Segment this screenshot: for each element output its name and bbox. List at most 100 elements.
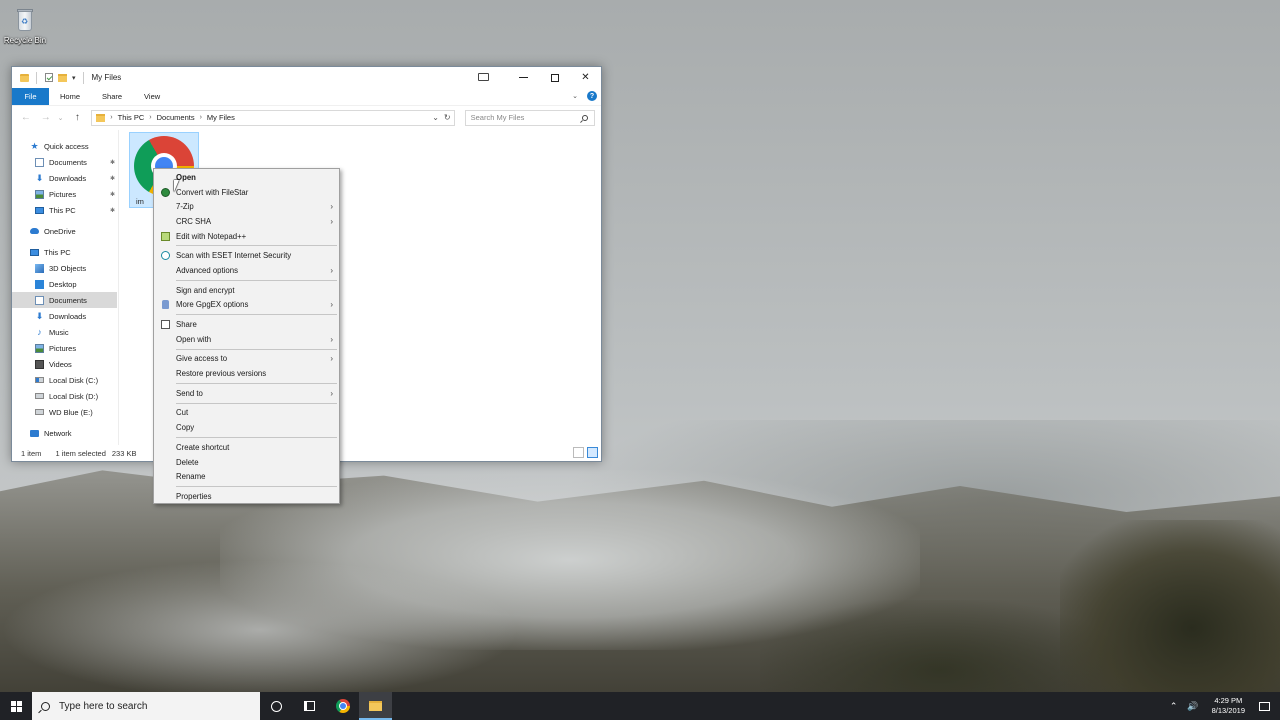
menu-item-rename[interactable]: Rename	[154, 469, 339, 484]
menu-item-edit-with-notepad[interactable]: Edit with Notepad++	[154, 229, 339, 244]
action-center-icon[interactable]	[1259, 701, 1270, 711]
cast-icon[interactable]	[478, 73, 489, 81]
sidebar-item-music[interactable]: ♪ Music	[12, 324, 117, 340]
wallpaper-trees	[1060, 520, 1280, 700]
taskbar-chrome[interactable]	[326, 692, 359, 720]
menu-item-share[interactable]: Share	[154, 317, 339, 332]
minimize-button[interactable]	[508, 67, 539, 88]
sidebar-item-local-disk-c[interactable]: Local Disk (C:)	[12, 372, 117, 388]
wallpaper-fog	[0, 560, 520, 700]
pin-icon[interactable]: ✱	[110, 191, 115, 198]
menu-item-crc-sha[interactable]: CRC SHA ›	[154, 214, 339, 229]
title-bar[interactable]: ▾ My Files ✕	[12, 67, 601, 88]
folder-icon	[20, 73, 29, 82]
large-icons-view-button[interactable]	[587, 447, 598, 458]
task-view-button[interactable]	[293, 692, 326, 720]
menu-item-label: Give access to	[176, 354, 228, 364]
pictures-icon	[35, 343, 44, 353]
menu-item-open[interactable]: Open	[154, 170, 339, 185]
properties-icon[interactable]	[45, 73, 53, 82]
status-selection: 1 item selected	[55, 448, 106, 458]
maximize-button[interactable]	[539, 67, 570, 88]
taskbar-file-explorer[interactable]	[359, 692, 392, 720]
sidebar-item-label: This PC	[49, 205, 76, 215]
volume-icon[interactable]: 🔊	[1182, 701, 1203, 712]
taskbar-search-box[interactable]: Type here to search	[32, 692, 260, 720]
eset-icon	[161, 251, 170, 261]
menu-item-create-shortcut[interactable]: Create shortcut	[154, 440, 339, 455]
menu-item-cut[interactable]: Cut	[154, 406, 339, 421]
menu-item-send-to[interactable]: Send to ›	[154, 386, 339, 401]
breadcrumb-this-pc[interactable]: This PC	[118, 113, 145, 122]
start-button[interactable]	[0, 692, 32, 720]
close-button[interactable]: ✕	[570, 67, 601, 88]
breadcrumb-documents[interactable]: Documents	[157, 113, 195, 122]
sidebar-item-this-pc[interactable]: This PC	[12, 244, 117, 260]
up-button[interactable]: ↑	[69, 112, 85, 123]
show-hidden-icons-chevron-icon[interactable]: ⌃	[1165, 701, 1183, 712]
sidebar-item-label: Quick access	[44, 141, 89, 151]
menu-separator	[176, 402, 337, 404]
sidebar-item-3d-objects[interactable]: 3D Objects	[12, 260, 117, 276]
sidebar-item-downloads[interactable]: ⬇ Downloads ✱	[12, 170, 117, 186]
file-explorer-icon	[369, 701, 382, 711]
menu-item-open-with[interactable]: Open with ›	[154, 332, 339, 347]
menu-item-more-gpgex-options[interactable]: More GpgEX options ›	[154, 298, 339, 313]
sidebar-item-network[interactable]: Network	[12, 425, 117, 441]
address-dropdown-icon[interactable]: ⌄	[432, 113, 439, 122]
sidebar-item-desktop[interactable]: Desktop	[12, 276, 117, 292]
sidebar-item-videos[interactable]: Videos	[12, 356, 117, 372]
breadcrumb-separator[interactable]: ›	[149, 114, 151, 121]
tab-view[interactable]: View	[133, 88, 171, 105]
submenu-arrow-icon: ›	[330, 388, 333, 398]
address-bar[interactable]: › This PC › Documents › My Files ⌄ ↻	[91, 109, 455, 126]
desktop-icon-recycle-bin[interactable]: ♻ Recycle Bin	[2, 6, 48, 45]
submenu-arrow-icon: ›	[330, 216, 333, 226]
tab-share[interactable]: Share	[91, 88, 133, 105]
menu-item-restore-previous-versions[interactable]: Restore previous versions	[154, 366, 339, 381]
sidebar-item-this-pc[interactable]: This PC ✱	[12, 202, 117, 218]
details-view-button[interactable]	[573, 447, 584, 458]
breadcrumb-my-files[interactable]: My Files	[207, 113, 235, 122]
forward-button[interactable]: →	[38, 112, 54, 123]
taskbar-search-placeholder: Type here to search	[59, 700, 148, 712]
sidebar-item-label: Local Disk (C:)	[49, 375, 99, 385]
clock[interactable]: 4:29 PM 8/13/2019	[1204, 696, 1253, 716]
help-icon[interactable]: ?	[587, 91, 597, 101]
menu-item-delete[interactable]: Delete	[154, 455, 339, 470]
sidebar-item-downloads[interactable]: ⬇ Downloads	[12, 308, 117, 324]
tab-home[interactable]: Home	[49, 88, 91, 105]
menu-item-convert-with-filestar[interactable]: Convert with FileStar	[154, 185, 339, 200]
refresh-icon[interactable]: ↻	[444, 113, 451, 122]
tab-file[interactable]: File	[12, 88, 49, 105]
sidebar-item-wd-blue-e[interactable]: WD Blue (E:)	[12, 404, 117, 420]
menu-item-advanced-options[interactable]: Advanced options ›	[154, 263, 339, 278]
cortana-button[interactable]	[260, 692, 293, 720]
menu-item-copy[interactable]: Copy	[154, 420, 339, 435]
menu-item-properties[interactable]: Properties	[154, 489, 339, 504]
breadcrumb-separator[interactable]: ›	[110, 114, 112, 121]
sidebar-item-documents[interactable]: Documents ✱	[12, 154, 117, 170]
sidebar-item-onedrive[interactable]: OneDrive	[12, 223, 117, 239]
sidebar-item-pictures[interactable]: Pictures	[12, 340, 117, 356]
menu-item-sign-and-encrypt[interactable]: Sign and encrypt	[154, 283, 339, 298]
sidebar-item-label: Desktop	[49, 279, 77, 289]
recent-locations-dropdown[interactable]: ⌄	[58, 114, 66, 122]
sidebar-item-local-disk-d[interactable]: Local Disk (D:)	[12, 388, 117, 404]
breadcrumb-separator[interactable]: ›	[200, 114, 202, 121]
menu-item-scan-with-eset-internet-security[interactable]: Scan with ESET Internet Security	[154, 248, 339, 263]
menu-item-give-access-to[interactable]: Give access to ›	[154, 352, 339, 367]
pin-icon[interactable]: ✱	[110, 175, 115, 182]
sidebar-item-quick-access[interactable]: ★ Quick access	[12, 138, 117, 154]
sidebar-item-documents[interactable]: Documents	[12, 292, 117, 308]
sidebar-item-pictures[interactable]: Pictures ✱	[12, 186, 117, 202]
pin-icon[interactable]: ✱	[110, 159, 115, 166]
menu-item-7-zip[interactable]: 7-Zip ›	[154, 199, 339, 214]
new-folder-icon[interactable]	[58, 73, 67, 82]
pin-icon[interactable]: ✱	[110, 207, 115, 214]
back-button[interactable]: ←	[18, 112, 34, 123]
search-input[interactable]: Search My Files	[464, 109, 595, 126]
customize-toolbar-dropdown[interactable]: ▾	[72, 74, 76, 82]
ribbon-tabs: File Home Share View ⌄ ?	[12, 88, 601, 105]
expand-ribbon-icon[interactable]: ⌄	[572, 92, 578, 100]
